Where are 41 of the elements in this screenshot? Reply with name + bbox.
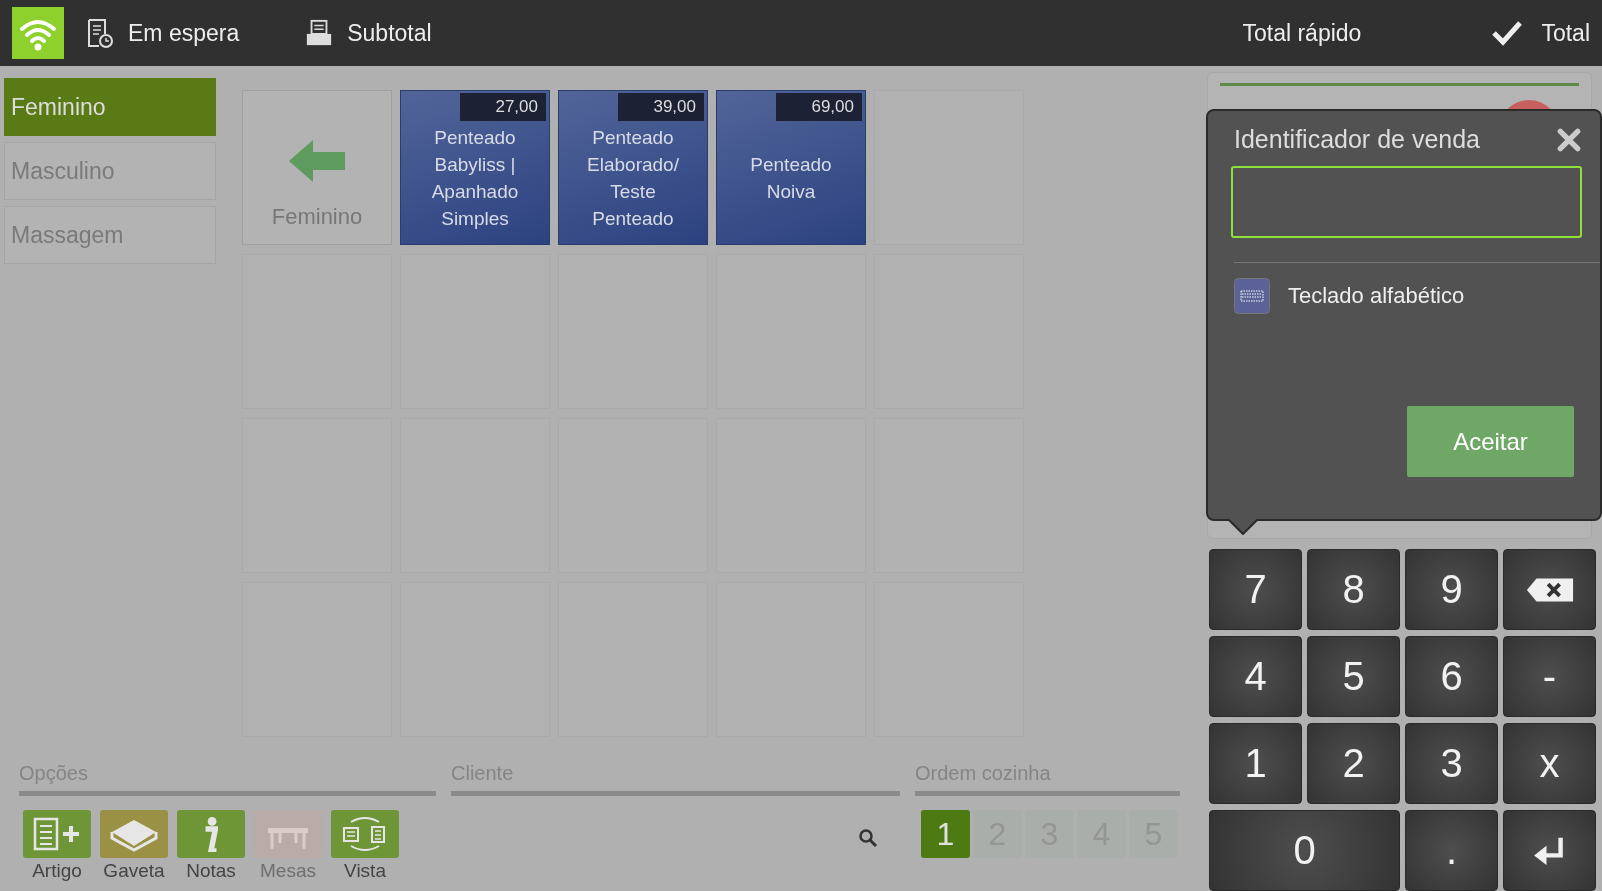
check-icon bbox=[1491, 20, 1524, 46]
search-icon[interactable] bbox=[858, 828, 878, 848]
keypad-key[interactable]: 1 bbox=[1209, 723, 1302, 804]
keypad-key[interactable]: 9 bbox=[1405, 549, 1498, 630]
keypad-key[interactable]: 4 bbox=[1209, 636, 1302, 717]
keypad-key[interactable]: 5 bbox=[1307, 636, 1400, 717]
popover-title: Identificador de venda bbox=[1234, 125, 1480, 154]
keypad-key[interactable]: 7 bbox=[1209, 549, 1302, 630]
price-tag: 27,00 bbox=[460, 93, 546, 121]
printer-icon bbox=[305, 18, 334, 48]
keypad-key[interactable]: . bbox=[1405, 810, 1498, 891]
product-name: Penteado Elaborado/ Teste Penteado bbox=[586, 125, 680, 231]
price-tag: 39,00 bbox=[618, 93, 704, 121]
keyboard-icon[interactable] bbox=[1234, 278, 1270, 314]
option-label[interactable]: Teclado alfabético bbox=[1288, 283, 1465, 309]
keypad-key[interactable] bbox=[1503, 549, 1596, 630]
receipt-clock-icon bbox=[86, 18, 114, 48]
toolbar-button[interactable]: Total rápido bbox=[1242, 19, 1362, 47]
close-icon[interactable] bbox=[1556, 126, 1582, 153]
price-tag: 69,00 bbox=[776, 93, 862, 121]
keypad-key[interactable]: 0 bbox=[1209, 810, 1400, 891]
left-arrow-icon bbox=[287, 138, 347, 184]
toolbar-button[interactable]: Total bbox=[1491, 19, 1590, 47]
keypad-key[interactable]: - bbox=[1503, 636, 1596, 717]
keypad-key[interactable]: 6 bbox=[1405, 636, 1498, 717]
keypad-key[interactable] bbox=[1503, 810, 1596, 891]
order-number-button[interactable]: 1 bbox=[921, 810, 970, 858]
toolbar-button[interactable]: Em espera bbox=[86, 18, 240, 48]
keypad-key[interactable]: x bbox=[1503, 723, 1596, 804]
product-tile[interactable]: 39,00 Penteado Elaborado/ Teste Penteado bbox=[558, 90, 708, 245]
category-tab[interactable]: Feminino bbox=[4, 78, 216, 136]
keypad-key[interactable]: 3 bbox=[1405, 723, 1498, 804]
keypad-key[interactable]: 8 bbox=[1307, 549, 1400, 630]
product-tile[interactable]: 27,00 Penteado Babyliss | Apanhado Simples bbox=[400, 90, 550, 245]
toolbar-button[interactable]: Subtotal bbox=[305, 18, 432, 48]
info-icon bbox=[204, 816, 218, 852]
product-name: Penteado Babyliss | Apanhado Simples bbox=[430, 125, 520, 231]
input-field[interactable] bbox=[1231, 166, 1582, 238]
product-name: Penteado Noiva bbox=[749, 152, 833, 204]
keypad-key[interactable]: 2 bbox=[1307, 723, 1400, 804]
product-tile[interactable]: 69,00 Penteado Noiva bbox=[716, 90, 866, 245]
